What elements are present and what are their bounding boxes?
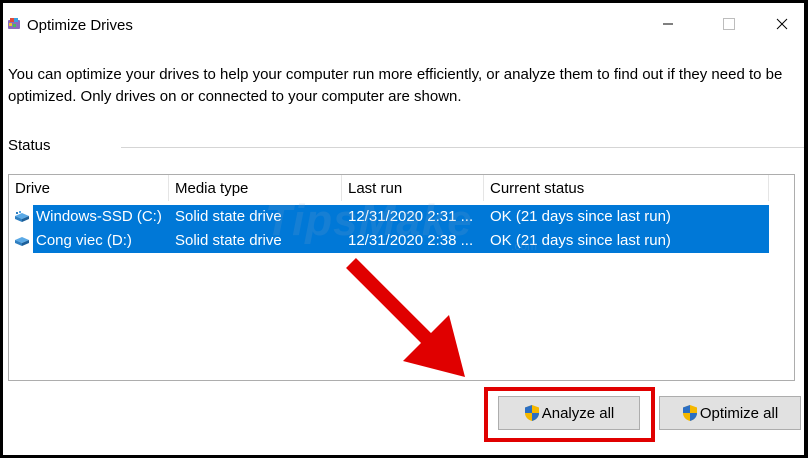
maximize-icon [723, 18, 735, 30]
close-icon [776, 18, 788, 30]
description-text: You can optimize your drives to help you… [8, 66, 783, 105]
column-header-drive[interactable]: Drive [9, 175, 169, 201]
media-type: Solid state drive [175, 232, 281, 249]
drive-row[interactable]: Cong viec (D:) Solid state drive 12/31/2… [9, 229, 769, 253]
analyze-all-button[interactable]: Analyze all [498, 396, 640, 430]
drive-icon [15, 211, 29, 222]
column-header-last-run[interactable]: Last run [342, 175, 484, 201]
status-divider [121, 147, 804, 148]
drive-name: Windows-SSD (C:) [36, 208, 162, 225]
optimize-all-label: Optimize all [699, 404, 779, 422]
current-status: OK (21 days since last run) [490, 208, 671, 225]
drive-icon [15, 237, 29, 246]
column-header-current-status[interactable]: Current status [484, 175, 769, 201]
uac-shield-icon [524, 405, 539, 421]
title-bar[interactable]: Optimize Drives [3, 3, 804, 43]
minimize-button[interactable] [647, 9, 689, 39]
drive-row[interactable]: Windows-SSD (C:) Solid state drive 12/31… [9, 205, 769, 229]
uac-shield-icon [682, 405, 697, 421]
current-status: OK (21 days since last run) [490, 232, 671, 249]
last-run: 12/31/2020 2:31 ... [348, 208, 473, 225]
optimize-all-button[interactable]: Optimize all [659, 396, 801, 430]
maximize-button[interactable] [708, 9, 750, 39]
minimize-icon [663, 23, 673, 25]
last-run: 12/31/2020 2:38 ... [348, 232, 473, 249]
media-type: Solid state drive [175, 208, 281, 225]
status-label: Status [8, 137, 51, 154]
optimize-drives-window: Optimize Drives You can optimize your dr… [3, 3, 804, 455]
drive-name: Cong viec (D:) [36, 232, 132, 249]
analyze-all-label: Analyze all [541, 404, 615, 422]
window-title: Optimize Drives [27, 17, 133, 34]
red-arrow-annotation [346, 258, 465, 377]
close-button[interactable] [761, 9, 803, 39]
defrag-app-icon [8, 18, 20, 29]
list-header: Drive Media type Last run Current status [9, 175, 769, 201]
column-header-media-type[interactable]: Media type [169, 175, 342, 201]
